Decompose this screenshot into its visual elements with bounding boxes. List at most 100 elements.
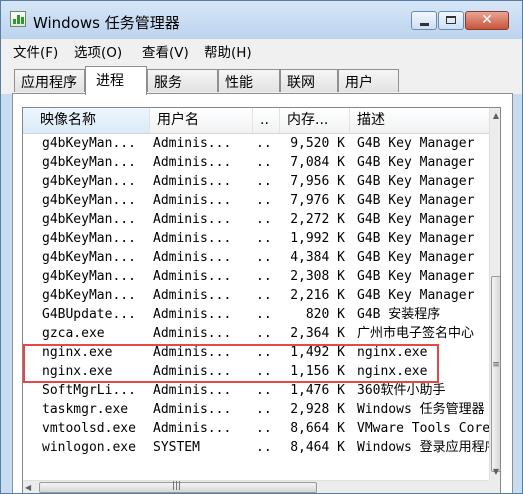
menu-help[interactable]: 帮助(H) [204, 41, 252, 61]
table-row[interactable]: gzca.exe Adminis..... 2,364 K 广州市电子签名中心 [23, 324, 489, 343]
process-cpu: .. [256, 269, 272, 284]
process-description: Windows 登录应用程序 [357, 440, 491, 455]
menu-view[interactable]: 查看(V) [142, 41, 189, 61]
minimize-button[interactable] [411, 11, 437, 30]
process-user: Adminis... [153, 136, 232, 151]
scroll-up-arrow-icon[interactable]: ▲ [490, 108, 500, 124]
process-cpu: .. [256, 364, 272, 379]
process-cpu: .. [256, 193, 272, 208]
process-user: SYSTEM [153, 440, 200, 455]
column-cpu[interactable]: .. [253, 108, 280, 133]
process-description: 广州市电子签名中心 [357, 326, 475, 341]
tab-networking[interactable]: 联网 [280, 69, 338, 92]
process-name: nginx.exe [42, 364, 113, 379]
menu-file[interactable]: 文件(F) [13, 41, 58, 61]
column-image-name[interactable]: ▲ 映像名称 [23, 108, 150, 133]
process-cpu: .. [256, 231, 272, 246]
tab-performance[interactable]: 性能 [218, 69, 280, 92]
sort-ascending-icon: ▲ [83, 113, 90, 122]
table-row[interactable]: g4bKeyMan... Adminis..... 2,272 K G4B Key M… [23, 210, 489, 229]
process-description: G4B Key Manager [357, 193, 475, 208]
process-name: g4bKeyMan... [42, 250, 136, 265]
tab-processes[interactable]: 进程 [85, 66, 147, 95]
tab-services[interactable]: 服务 [147, 69, 218, 92]
process-name: winlogon.exe [42, 440, 136, 455]
process-memory: 8,664 K [290, 421, 345, 436]
process-cpu: .. [256, 136, 272, 151]
table-row[interactable]: g4bKeyMan... Adminis..... 7,956 K G4B Key M… [23, 172, 489, 191]
table-row[interactable]: G4BUpdate... Adminis..... 820 K G4B 安装程序 [23, 305, 489, 324]
column-description[interactable]: 描述 [350, 108, 489, 133]
process-cpu: .. [256, 326, 272, 341]
process-memory: 1,476 K [290, 383, 345, 398]
process-memory: 2,272 K [290, 212, 345, 227]
table-row[interactable]: g4bKeyMan... Adminis..... 2,308 K G4B Key M… [23, 267, 489, 286]
tab-applications[interactable]: 应用程序 [14, 69, 85, 92]
process-cpu: .. [256, 212, 272, 227]
process-name: g4bKeyMan... [42, 174, 136, 189]
vertical-scroll-thumb[interactable]: ≡ [491, 276, 500, 472]
process-user: Adminis... [153, 421, 232, 436]
process-user: Adminis... [153, 212, 232, 227]
table-row[interactable]: g4bKeyMan... Adminis..... 4,384 K G4B Key M… [23, 248, 489, 267]
table-row[interactable]: g4bKeyMan... Adminis..... 2,216 K G4B Key M… [23, 286, 489, 305]
scroll-down-arrow-icon[interactable]: ▼ [490, 464, 500, 480]
table-row[interactable]: nginx.exe Adminis..... 1,492 K nginx.exe [23, 343, 489, 362]
maximize-button[interactable] [438, 11, 464, 30]
process-memory: 1,156 K [290, 364, 345, 379]
tab-users[interactable]: 用户 [338, 69, 399, 92]
process-list[interactable]: ▲ 映像名称 用户名 .. 内存... 描述 g4bKeyMan... Admin… [22, 107, 501, 493]
process-memory: 1,992 K [290, 231, 345, 246]
process-name: g4bKeyMan... [42, 231, 136, 246]
process-cpu: .. [256, 307, 272, 322]
close-button[interactable]: ✕ [465, 11, 509, 30]
process-description: G4B Key Manager [357, 136, 475, 151]
table-row[interactable]: nginx.exe Adminis..... 1,156 K nginx.exe [23, 362, 489, 381]
table-row[interactable]: winlogon.exe SYSTEM.. 8,464 K Windows 登录应用程… [23, 438, 491, 457]
process-cpu: .. [256, 174, 272, 189]
table-row[interactable]: g4bKeyMan... Adminis..... 7,084 K G4B Key M… [23, 153, 489, 172]
table-row[interactable]: SoftMgrLi... Adminis..... 1,476 K 360软件小助手 [23, 381, 489, 400]
menu-options[interactable]: 选项(O) [74, 41, 122, 61]
table-row[interactable]: taskmgr.exe Adminis..... 2,928 K Windows 任务… [23, 400, 489, 419]
process-memory: 9,520 K [290, 136, 345, 151]
process-memory: 4,384 K [290, 250, 345, 265]
process-description: nginx.exe [357, 345, 428, 360]
title-bar[interactable]: Windows 任务管理器 ✕ [1, 1, 522, 39]
process-user: Adminis... [153, 250, 232, 265]
table-row[interactable]: g4bKeyMan... Adminis..... 7,976 K G4B Key M… [23, 191, 489, 210]
horizontal-scroll-thumb[interactable]: ||| [39, 481, 317, 493]
process-name: g4bKeyMan... [42, 193, 136, 208]
process-description: G4B Key Manager [357, 250, 475, 265]
process-user: Adminis... [153, 402, 232, 417]
scrollbar-corner [489, 480, 500, 493]
column-user-name[interactable]: 用户名 [150, 108, 253, 133]
table-row[interactable]: vmtoolsd.exe Adminis..... 8,664 K VMware To… [23, 419, 490, 438]
column-memory[interactable]: 内存... [280, 108, 350, 133]
minimize-icon [420, 23, 429, 26]
process-cpu: .. [256, 288, 272, 303]
process-name: gzca.exe [42, 326, 105, 341]
process-cpu: .. [256, 250, 272, 265]
process-user: Adminis... [153, 326, 232, 341]
process-name: g4bKeyMan... [42, 288, 136, 303]
process-user: Adminis... [153, 307, 232, 322]
vertical-scrollbar[interactable]: ▲ ≡ ▼ [489, 108, 500, 480]
table-row[interactable]: g4bKeyMan... Adminis..... 9,520 K G4B Key M… [23, 134, 489, 153]
process-description: G4B Key Manager [357, 288, 475, 303]
process-name: g4bKeyMan... [42, 212, 136, 227]
menu-bar: 文件(F) 选项(O) 查看(V) 帮助(H) [1, 39, 522, 61]
process-description: G4B Key Manager [357, 212, 475, 227]
process-memory: 820 K [305, 307, 345, 322]
process-description: G4B Key Manager [357, 231, 475, 246]
process-description: nginx.exe [357, 364, 428, 379]
process-memory: 7,976 K [290, 193, 345, 208]
process-user: Adminis... [153, 155, 232, 170]
process-name: SoftMgrLi... [42, 383, 136, 398]
process-description: G4B 安装程序 [357, 307, 441, 322]
horizontal-scrollbar[interactable]: ◀ ||| [23, 480, 489, 493]
table-row[interactable]: g4bKeyMan... Adminis..... 1,992 K G4B Key M… [23, 229, 489, 248]
process-memory: 2,216 K [290, 288, 345, 303]
process-description: 360软件小助手 [357, 383, 446, 398]
scroll-left-arrow-icon[interactable]: ◀ [25, 481, 31, 493]
